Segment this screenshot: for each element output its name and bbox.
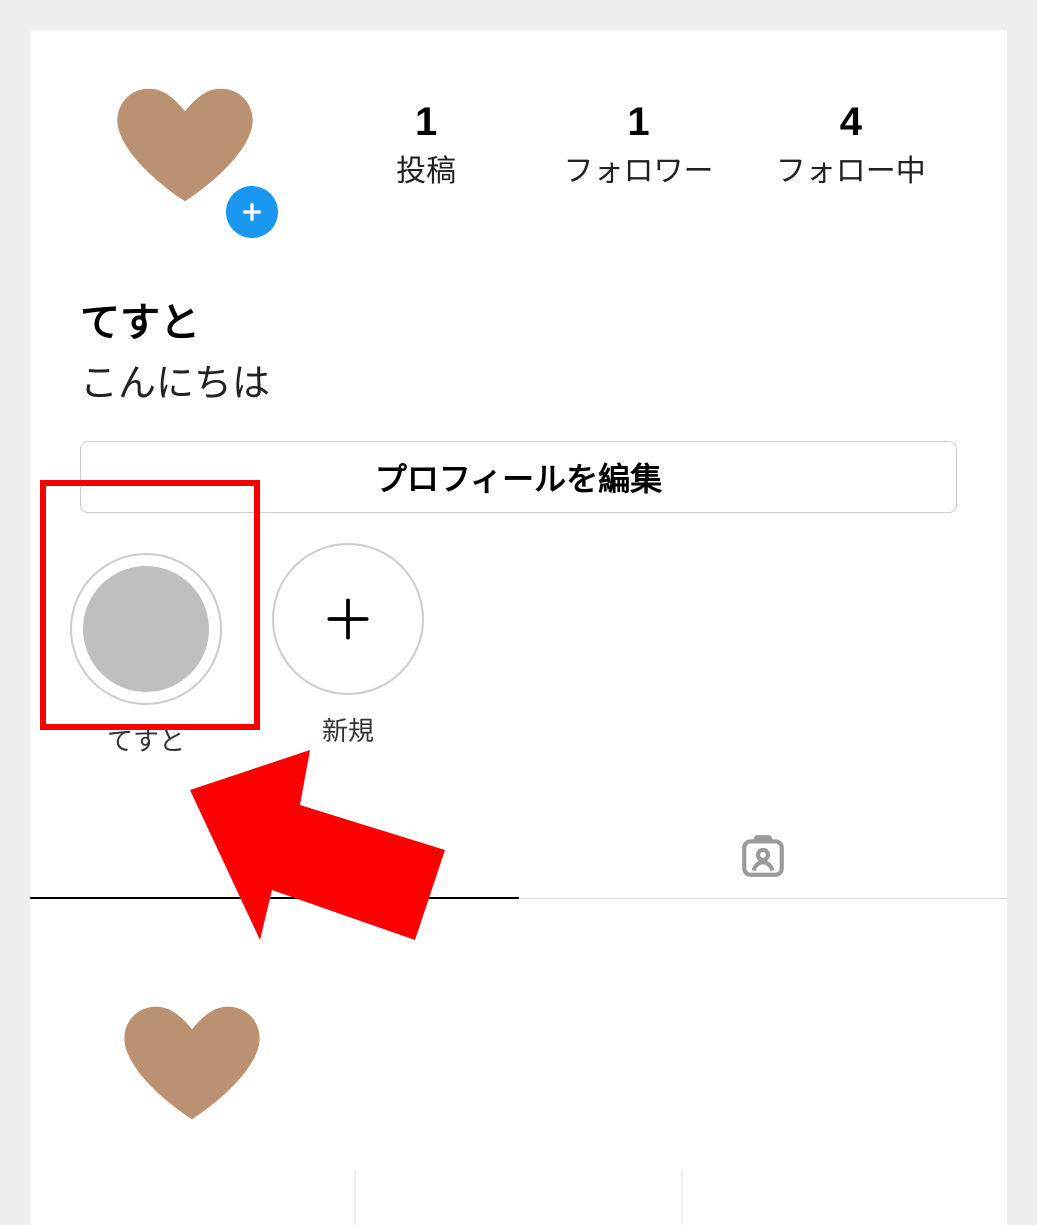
avatar-wrap[interactable] [100, 60, 270, 230]
highlight-label: てすと [107, 721, 185, 758]
stat-followers[interactable]: 1 フォロワー [532, 100, 744, 190]
heart-icon [117, 988, 267, 1138]
tab-grid[interactable] [30, 814, 519, 898]
highlight-circle [70, 553, 222, 705]
posts-grid [30, 899, 1007, 1225]
display-name: てすと [80, 290, 957, 348]
stat-posts-count: 1 [320, 100, 532, 144]
highlight-item[interactable]: てすと [60, 543, 232, 768]
profile-header: 1 投稿 1 フォロワー 4 フォロー中 [30, 30, 1007, 250]
plus-icon [239, 199, 265, 225]
profile-tabs [30, 814, 1007, 899]
post-thumbnail[interactable] [30, 901, 354, 1225]
stat-following-count: 4 [745, 100, 957, 144]
post-empty [356, 901, 680, 1225]
plus-icon [320, 591, 376, 647]
highlights-row: てすと 新規 [30, 513, 1007, 788]
profile-bio: てすと こんにちは [30, 250, 1007, 417]
add-story-badge[interactable] [226, 186, 278, 238]
edit-profile-button[interactable]: プロフィールを編集 [80, 441, 957, 513]
post-empty [683, 901, 1007, 1225]
stat-followers-label: フォロワー [532, 146, 744, 190]
profile-screen: 1 投稿 1 フォロワー 4 フォロー中 てすと こんにちは プロフィールを編集… [30, 30, 1007, 1170]
bio-text: こんにちは [80, 352, 957, 407]
stat-followers-count: 1 [532, 100, 744, 144]
stat-posts-label: 投稿 [320, 146, 532, 190]
stat-following[interactable]: 4 フォロー中 [745, 100, 957, 190]
stat-posts[interactable]: 1 投稿 [320, 100, 532, 190]
tagged-person-icon [738, 831, 788, 881]
stat-following-label: フォロー中 [745, 146, 957, 190]
highlight-thumb [83, 566, 209, 692]
edit-profile-label: プロフィールを編集 [375, 454, 662, 500]
highlight-label: 新規 [322, 711, 374, 748]
profile-stats: 1 投稿 1 フォロワー 4 フォロー中 [320, 100, 957, 190]
highlight-circle [272, 543, 424, 695]
highlight-new[interactable]: 新規 [272, 543, 424, 768]
tab-tagged[interactable] [519, 814, 1008, 898]
